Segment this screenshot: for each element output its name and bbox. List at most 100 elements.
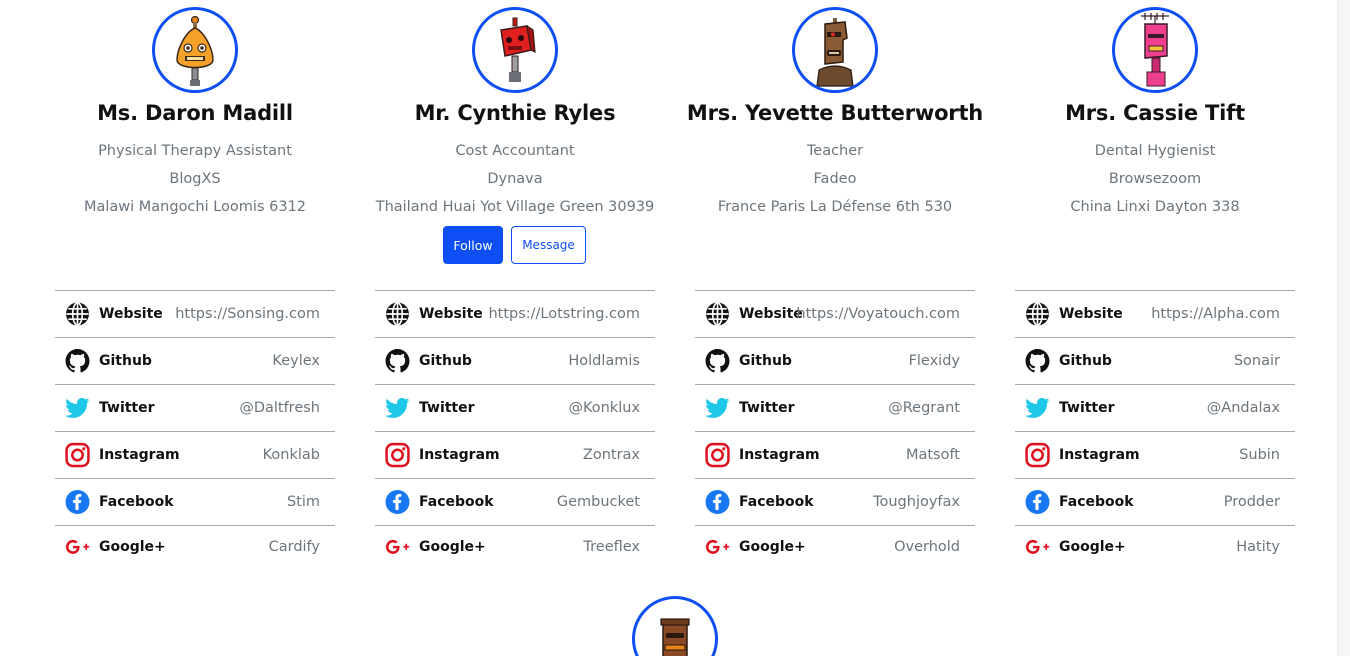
social-value: Gembucket — [556, 494, 640, 510]
profile-job-title: Physical Therapy Assistant — [98, 143, 292, 159]
social-list: Website https://Alpha.com Github Sonair … — [1015, 290, 1295, 568]
profile-name: Mrs. Cassie Tift — [1065, 101, 1245, 125]
social-row-instagram: Instagram Konklab — [55, 432, 335, 479]
website-link[interactable]: https://Sonsing.com — [175, 306, 320, 322]
social-row-instagram: Instagram Matsoft — [695, 432, 975, 479]
social-label: Github — [1059, 353, 1112, 369]
social-row-website: Website https://Lotstring.com — [375, 291, 655, 338]
social-value: Sonair — [1233, 353, 1280, 369]
social-row-google: Google+ Hatity — [1015, 526, 1295, 568]
website-link[interactable]: https://Lotstring.com — [488, 306, 640, 322]
social-value: @Daltfresh — [239, 400, 320, 416]
twitter-icon — [65, 396, 90, 421]
social-value: Subin — [1239, 447, 1280, 463]
social-value: Overhold — [894, 539, 960, 555]
social-row-twitter: Twitter @Konklux — [375, 385, 655, 432]
message-button[interactable]: Message — [511, 226, 586, 264]
instagram-icon — [705, 443, 730, 468]
profile-actions: Follow Message — [443, 226, 586, 264]
social-value: @Andalax — [1206, 400, 1280, 416]
social-label: Github — [99, 353, 152, 369]
profile-company: BlogXS — [169, 171, 221, 187]
social-label: Website — [419, 306, 483, 322]
social-row-instagram: Instagram Subin — [1015, 432, 1295, 479]
profile-job-title: Teacher — [806, 143, 864, 159]
twitter-icon — [705, 396, 730, 421]
social-value: Toughjoyfax — [873, 494, 960, 510]
google-plus-icon — [65, 535, 90, 560]
social-label: Instagram — [739, 447, 820, 463]
github-icon — [705, 349, 730, 374]
follow-button[interactable]: Follow — [443, 226, 503, 264]
pink-robot-icon — [1141, 13, 1169, 87]
profile-company: Fadeo — [813, 171, 857, 187]
social-row-twitter: Twitter @Regrant — [695, 385, 975, 432]
social-label: Instagram — [419, 447, 500, 463]
social-row-github: Github Holdlamis — [375, 338, 655, 385]
orange-robot-icon — [176, 15, 214, 86]
globe-icon — [705, 302, 730, 327]
social-row-facebook: Facebook Gembucket — [375, 479, 655, 526]
website-link[interactable]: https://Alpha.com — [1151, 306, 1280, 322]
social-label: Google+ — [1059, 539, 1126, 555]
social-value: @Regrant — [888, 400, 960, 416]
profile-company: Browsezoom — [1108, 171, 1202, 187]
social-label: Instagram — [99, 447, 180, 463]
profile-grid: Ms. Daron Madill Physical Therapy Assist… — [0, 0, 1338, 656]
social-row-facebook: Facebook Stim — [55, 479, 335, 526]
social-label: Instagram — [1059, 447, 1140, 463]
social-row-website: Website https://Sonsing.com — [55, 291, 335, 338]
social-label: Google+ — [419, 539, 486, 555]
profile-name: Ms. Daron Madill — [97, 101, 293, 125]
social-value: Zontrax — [582, 447, 640, 463]
social-label: Twitter — [419, 400, 475, 416]
social-row-google: Google+ Cardify — [55, 526, 335, 568]
social-row-twitter: Twitter @Andalax — [1015, 385, 1295, 432]
twitter-icon — [385, 396, 410, 421]
social-value: Treeflex — [583, 539, 640, 555]
social-label: Google+ — [99, 539, 166, 555]
social-value: Keylex — [272, 353, 320, 369]
social-row-github: Github Keylex — [55, 338, 335, 385]
twitter-icon — [1025, 396, 1050, 421]
social-label: Facebook — [1059, 494, 1134, 510]
avatar — [1112, 7, 1198, 93]
profile-job-title: Dental Hygienist — [1094, 143, 1216, 159]
social-value: Holdlamis — [568, 353, 640, 369]
red-robot-icon — [500, 17, 536, 82]
social-label: Github — [419, 353, 472, 369]
instagram-icon — [1025, 443, 1050, 468]
scrollbar[interactable] — [1337, 0, 1350, 656]
social-value: Hatity — [1236, 539, 1280, 555]
google-plus-icon — [1025, 535, 1050, 560]
social-label: Website — [99, 306, 163, 322]
avatar — [472, 7, 558, 93]
facebook-icon — [65, 490, 90, 515]
social-value: Cardify — [268, 539, 320, 555]
github-icon — [65, 349, 90, 374]
social-row-facebook: Facebook Toughjoyfax — [695, 479, 975, 526]
facebook-icon — [705, 490, 730, 515]
social-row-google: Google+ Overhold — [695, 526, 975, 568]
social-value: @Konklux — [568, 400, 640, 416]
github-icon — [1025, 349, 1050, 374]
globe-icon — [65, 302, 90, 327]
social-label: Twitter — [739, 400, 795, 416]
instagram-icon — [65, 443, 90, 468]
social-value: Matsoft — [905, 447, 960, 463]
google-plus-icon — [705, 535, 730, 560]
instagram-icon — [385, 443, 410, 468]
avatar — [152, 7, 238, 93]
social-value: Konklab — [262, 447, 320, 463]
profile-address: France Paris La Défense 6th 530 — [717, 199, 953, 215]
social-row-google: Google+ Treeflex — [375, 526, 655, 568]
profile-name: Mr. Cynthie Ryles — [414, 101, 616, 125]
github-icon — [385, 349, 410, 374]
social-label: Facebook — [99, 494, 174, 510]
social-row-github: Github Flexidy — [695, 338, 975, 385]
social-label: Facebook — [739, 494, 814, 510]
website-link[interactable]: https://Voyatouch.com — [796, 306, 960, 322]
social-value: Flexidy — [908, 353, 960, 369]
social-label: Twitter — [99, 400, 155, 416]
social-list: Website https://Sonsing.com Github Keyle… — [55, 290, 335, 568]
